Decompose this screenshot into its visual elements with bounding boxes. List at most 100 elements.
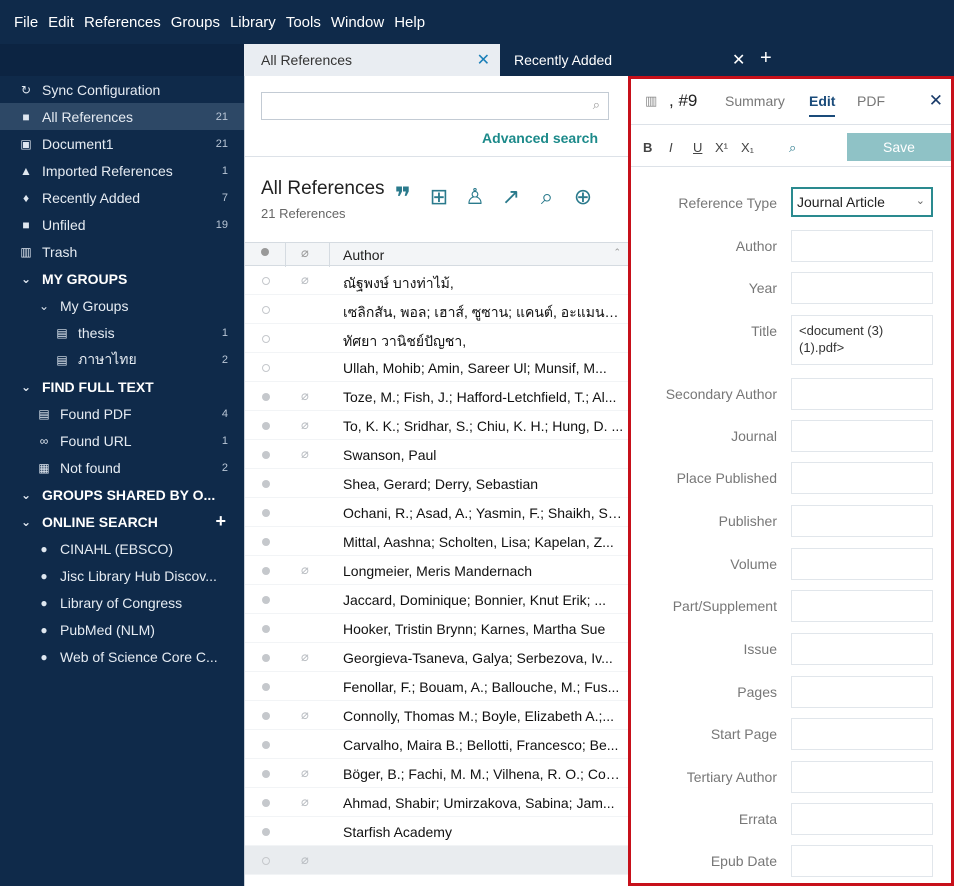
part-supplement-field[interactable] bbox=[791, 590, 933, 622]
menu-bar: File Edit References Groups Library Tools Wind… bbox=[0, 0, 954, 44]
close-icon[interactable]: ✕ bbox=[732, 50, 745, 70]
start-page-field[interactable] bbox=[791, 718, 933, 750]
table-row[interactable]: Ullah, Mohib; Amin, Sareer Ul; Munsif, M… bbox=[245, 353, 629, 382]
sidebar-item-my-groups[interactable]: ⌄ My Groups bbox=[0, 292, 244, 319]
sidebar-item-online-search[interactable]: ⌄ ONLINE SEARCH + bbox=[0, 508, 244, 535]
subscript-button[interactable]: X₁ bbox=[741, 140, 754, 155]
online-search-icon[interactable]: ⊕ bbox=[570, 184, 596, 210]
menu-file[interactable]: File bbox=[14, 14, 38, 31]
title-field[interactable]: <document (3)(1).pdf> bbox=[791, 315, 933, 365]
epub-date-field[interactable] bbox=[791, 845, 933, 877]
sidebar-item-recently-added[interactable]: ♦ Recently Added 7 bbox=[0, 184, 244, 211]
menu-references[interactable]: References bbox=[84, 14, 161, 31]
menu-library[interactable]: Library bbox=[230, 14, 276, 31]
table-row[interactable]: ⌀ Toze, M.; Fish, J.; Hafford-Letchfield,… bbox=[245, 382, 629, 411]
tab-all-references[interactable]: All References ✕ bbox=[244, 44, 500, 76]
table-row[interactable]: Hooker, Tristin Brynn; Karnes, Martha Su… bbox=[245, 614, 629, 643]
table-row[interactable]: ⌀ Ahmad, Shabir; Umirzakova, Sabina; Jam.… bbox=[245, 788, 629, 817]
italic-button[interactable]: I bbox=[669, 140, 673, 155]
table-row[interactable]: ⌀ ณัฐพงษ์ บางท่าไม้, bbox=[245, 266, 629, 295]
close-icon[interactable]: ✕ bbox=[477, 50, 490, 70]
tab-recently-added[interactable]: Recently Added bbox=[514, 44, 612, 76]
sidebar-item-jisc-library-hub-discov[interactable]: ● Jisc Library Hub Discov... bbox=[0, 562, 244, 589]
tab-summary[interactable]: Summary bbox=[725, 93, 785, 109]
table-row[interactable]: Mittal, Aashna; Scholten, Lisa; Kapelan,… bbox=[245, 527, 629, 556]
publisher-field[interactable] bbox=[791, 505, 933, 537]
journal-field[interactable] bbox=[791, 420, 933, 452]
table-row[interactable]: Starfish Academy bbox=[245, 817, 629, 846]
table-row[interactable]: Fenollar, F.; Bouam, A.; Ballouche, M.; … bbox=[245, 672, 629, 701]
table-row[interactable]: ⌀ Longmeier, Meris Mandernach bbox=[245, 556, 629, 585]
sidebar-item-my-groups[interactable]: ⌄ MY GROUPS bbox=[0, 265, 244, 292]
field-label: Issue bbox=[743, 641, 777, 657]
add-online-search-button[interactable]: + bbox=[215, 511, 226, 532]
reference-type-select[interactable]: Journal Article ⌄ bbox=[791, 187, 933, 217]
sidebar-item-sync-configuration[interactable]: ↻ Sync Configuration bbox=[0, 76, 244, 103]
table-row[interactable]: ⌀ Swanson, Paul bbox=[245, 440, 629, 469]
place-published-field[interactable] bbox=[791, 462, 933, 494]
table-row[interactable]: Jaccard, Dominique; Bonnier, Knut Erik; … bbox=[245, 585, 629, 614]
advanced-search-link[interactable]: Advanced search bbox=[482, 130, 598, 146]
superscript-button[interactable]: X¹ bbox=[715, 140, 728, 155]
search-icon[interactable]: ⌕ bbox=[593, 97, 600, 113]
globe-icon: ● bbox=[40, 541, 48, 556]
menu-window[interactable]: Window bbox=[331, 14, 384, 31]
search-input[interactable]: ⌕ bbox=[261, 92, 609, 120]
save-button[interactable]: Save bbox=[847, 133, 951, 161]
sidebar-item-find-full-text[interactable]: ⌄ FIND FULL TEXT bbox=[0, 373, 244, 400]
pages-field[interactable] bbox=[791, 676, 933, 708]
format-bibliography-icon[interactable]: ⊞ bbox=[426, 184, 452, 210]
sidebar-item-groups-shared-by-o[interactable]: ⌄ GROUPS SHARED BY O... bbox=[0, 481, 244, 508]
underline-button[interactable]: U bbox=[693, 140, 702, 155]
attachment-column-icon[interactable]: ⌀ bbox=[301, 245, 309, 261]
table-row[interactable]: ทัศยา วานิชย์ปัญชา, bbox=[245, 324, 629, 353]
table-row[interactable]: ⌀ bbox=[245, 846, 629, 875]
volume-field[interactable] bbox=[791, 548, 933, 580]
table-row[interactable]: เซลิกสัน, พอล; เฮาส์, ซูซาน; แคนต์, อะแม… bbox=[245, 295, 629, 324]
tertiary-author-field[interactable] bbox=[791, 761, 933, 793]
table-row[interactable]: Carvalho, Maira B.; Bellotti, Francesco;… bbox=[245, 730, 629, 759]
sidebar-item-trash[interactable]: ▥ Trash bbox=[0, 238, 244, 265]
table-row[interactable]: Shea, Gerard; Derry, Sebastian bbox=[245, 469, 629, 498]
table-row[interactable]: ⌀ Connolly, Thomas M.; Boyle, Elizabeth A… bbox=[245, 701, 629, 730]
author-cell: Connolly, Thomas M.; Boyle, Elizabeth A.… bbox=[343, 708, 615, 724]
sidebar-item-pubmed-nlm[interactable]: ● PubMed (NLM) bbox=[0, 616, 244, 643]
sidebar-item-imported-references[interactable]: ▲ Imported References 1 bbox=[0, 157, 244, 184]
year-field[interactable] bbox=[791, 272, 933, 304]
sidebar-item-document1[interactable]: ▣ Document1 21 bbox=[0, 130, 244, 157]
sidebar-item-found-url[interactable]: ∞ Found URL 1 bbox=[0, 427, 244, 454]
menu-groups[interactable]: Groups bbox=[171, 14, 220, 31]
tab-edit[interactable]: Edit bbox=[809, 93, 836, 117]
errata-field[interactable] bbox=[791, 803, 933, 835]
share-group-icon[interactable]: ♙ bbox=[462, 184, 488, 210]
sidebar-item-[interactable]: ▤ ภาษาไทย 2 bbox=[0, 346, 244, 373]
table-row[interactable]: ⌀ Georgieva-Tsaneva, Galya; Serbezova, Iv… bbox=[245, 643, 629, 672]
sidebar-item-library-of-congress[interactable]: ● Library of Congress bbox=[0, 589, 244, 616]
sidebar-item-all-references[interactable]: ■ All References 21 bbox=[0, 103, 244, 130]
menu-help[interactable]: Help bbox=[394, 14, 425, 31]
insert-citation-icon[interactable]: ❞ bbox=[390, 182, 416, 213]
menu-edit[interactable]: Edit bbox=[48, 14, 74, 31]
sidebar-item-unfiled[interactable]: ■ Unfiled 19 bbox=[0, 211, 244, 238]
sidebar-item-not-found[interactable]: ▦ Not found 2 bbox=[0, 454, 244, 481]
add-tab-button[interactable]: + bbox=[760, 47, 772, 70]
bold-button[interactable]: B bbox=[643, 140, 652, 155]
secondary-author-field[interactable] bbox=[791, 378, 933, 410]
table-row[interactable]: ⌀ Böger, B.; Fachi, M. M.; Vilhena, R. O.… bbox=[245, 759, 629, 788]
tab-pdf[interactable]: PDF bbox=[857, 93, 885, 109]
sidebar-item-found-pdf[interactable]: ▤ Found PDF 4 bbox=[0, 400, 244, 427]
close-icon[interactable]: ✕ bbox=[929, 91, 943, 111]
author-field[interactable] bbox=[791, 230, 933, 262]
read-status-column-icon[interactable] bbox=[261, 248, 269, 256]
export-icon[interactable]: ↗ bbox=[498, 184, 524, 210]
find-full-text-icon[interactable]: ⌕ bbox=[534, 184, 560, 210]
author-column-header[interactable]: Author bbox=[343, 247, 384, 263]
sidebar-item-web-of-science-core-c[interactable]: ● Web of Science Core C... bbox=[0, 643, 244, 670]
sidebar-item-cinahl-ebsco[interactable]: ● CINAHL (EBSCO) bbox=[0, 535, 244, 562]
issue-field[interactable] bbox=[791, 633, 933, 665]
search-icon[interactable]: ⌕ bbox=[789, 140, 796, 156]
menu-tools[interactable]: Tools bbox=[286, 14, 321, 31]
sidebar-item-thesis[interactable]: ▤ thesis 1 bbox=[0, 319, 244, 346]
table-row[interactable]: Ochani, R.; Asad, A.; Yasmin, F.; Shaikh… bbox=[245, 498, 629, 527]
table-row[interactable]: ⌀ To, K. K.; Sridhar, S.; Chiu, K. H.; Hu… bbox=[245, 411, 629, 440]
